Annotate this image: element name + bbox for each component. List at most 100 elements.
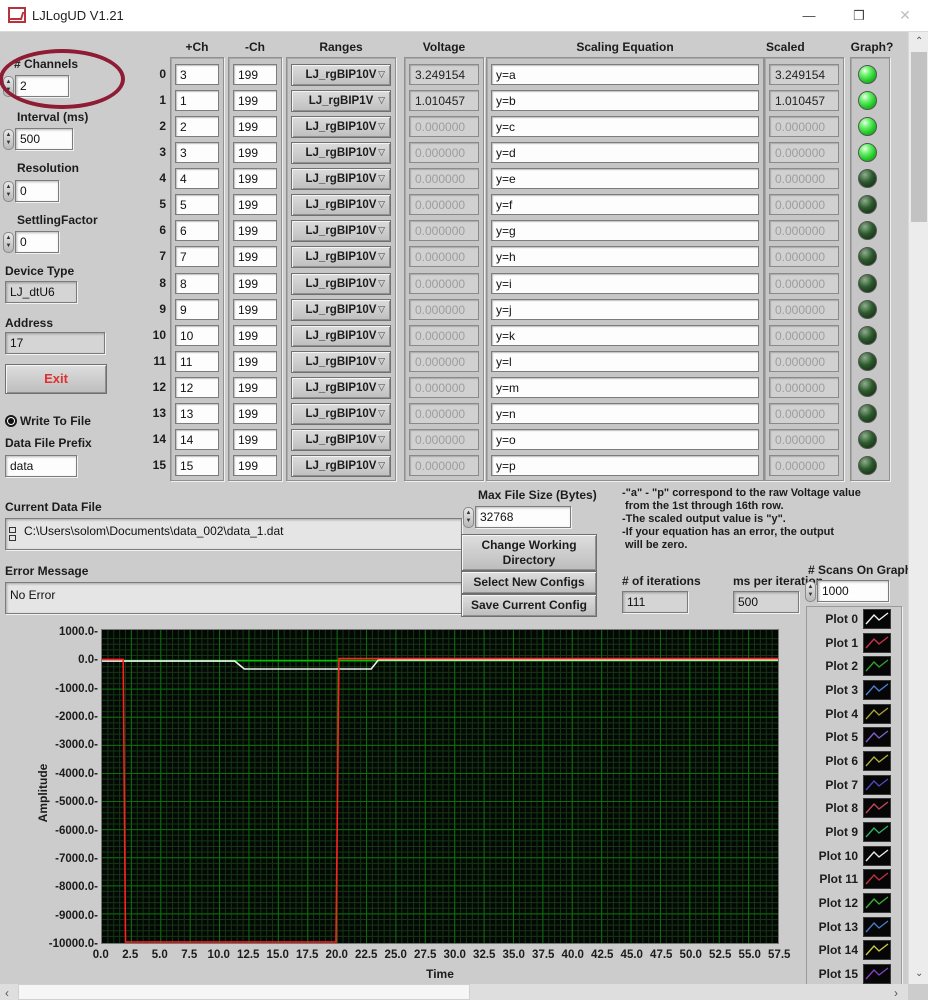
range-dropdown[interactable]: LJ_rgBIP10V▽ [291,246,391,268]
maximize-button[interactable]: ❒ [836,0,882,31]
legend-item-plot-15[interactable]: Plot 15 [807,962,901,986]
scaling-equation-input[interactable]: y=o [491,429,759,450]
pos-ch-input[interactable]: 15 [175,455,219,476]
scaling-equation-input[interactable]: y=d [491,142,759,163]
select-new-configs-button[interactable]: Select New Configs [461,571,597,594]
legend-item-plot-9[interactable]: Plot 9 [807,820,901,844]
resolution-spinner[interactable]: ▲▼ [3,181,14,202]
settling-input[interactable]: 0 [15,231,59,253]
scans-on-graph-input[interactable]: 1000 [817,580,889,602]
scroll-down-icon[interactable]: ⌄ [915,968,923,979]
pos-ch-input[interactable]: 3 [175,142,219,163]
horizontal-scrollbar[interactable]: ‹ › [0,984,908,1000]
neg-ch-input[interactable]: 199 [233,273,277,294]
pos-ch-input[interactable]: 8 [175,273,219,294]
neg-ch-input[interactable]: 199 [233,168,277,189]
pos-ch-input[interactable]: 1 [175,90,219,111]
scaling-equation-input[interactable]: y=m [491,377,759,398]
graph-led[interactable] [858,404,877,423]
legend-item-plot-2[interactable]: Plot 2 [807,654,901,678]
vertical-scroll-thumb[interactable] [911,52,927,222]
range-dropdown[interactable]: LJ_rgBIP10V▽ [291,220,391,242]
legend-item-plot-11[interactable]: Plot 11 [807,868,901,892]
neg-ch-input[interactable]: 199 [233,299,277,320]
neg-ch-input[interactable]: 199 [233,116,277,137]
interval-spinner[interactable]: ▲▼ [3,129,14,150]
legend-item-plot-10[interactable]: Plot 10 [807,844,901,868]
scroll-left-icon[interactable]: ‹ [5,986,9,1000]
range-dropdown[interactable]: LJ_rgBIP10V▽ [291,325,391,347]
range-dropdown[interactable]: LJ_rgBIP10V▽ [291,168,391,190]
range-dropdown[interactable]: LJ_rgBIP10V▽ [291,377,391,399]
legend-item-plot-3[interactable]: Plot 3 [807,678,901,702]
write-to-file-radio[interactable] [5,415,17,427]
graph-led[interactable] [858,274,877,293]
pos-ch-input[interactable]: 11 [175,351,219,372]
exit-button[interactable]: Exit [5,364,107,394]
pos-ch-input[interactable]: 2 [175,116,219,137]
change-working-directory-button[interactable]: Change Working Directory [461,534,597,571]
scaling-equation-input[interactable]: y=g [491,220,759,241]
graph-led[interactable] [858,352,877,371]
legend-item-plot-12[interactable]: Plot 12 [807,891,901,915]
range-dropdown[interactable]: LJ_rgBIP10V▽ [291,64,391,86]
graph-led[interactable] [858,300,877,319]
data-file-prefix-input[interactable]: data [5,455,77,477]
range-dropdown[interactable]: LJ_rgBIP10V▽ [291,429,391,451]
range-dropdown[interactable]: LJ_rgBIP10V▽ [291,116,391,138]
scaling-equation-input[interactable]: y=j [491,299,759,320]
pos-ch-input[interactable]: 14 [175,429,219,450]
graph-led[interactable] [858,169,877,188]
pos-ch-input[interactable]: 7 [175,246,219,267]
legend-item-plot-0[interactable]: Plot 0 [807,607,901,631]
max-file-size-input[interactable]: 32768 [475,506,571,528]
legend-item-plot-5[interactable]: Plot 5 [807,725,901,749]
horizontal-scroll-thumb[interactable] [18,984,470,1000]
scaling-equation-input[interactable]: y=l [491,351,759,372]
interval-input[interactable]: 500 [15,128,73,150]
save-current-config-button[interactable]: Save Current Config [461,594,597,617]
device-type-value[interactable]: LJ_dtU6 [5,281,77,303]
neg-ch-input[interactable]: 199 [233,246,277,267]
graph-led[interactable] [858,91,877,110]
range-dropdown[interactable]: LJ_rgBIP10V▽ [291,194,391,216]
settling-spinner[interactable]: ▲▼ [3,232,14,253]
range-dropdown[interactable]: LJ_rgBIP10V▽ [291,273,391,295]
neg-ch-input[interactable]: 199 [233,194,277,215]
scroll-right-icon[interactable]: › [894,986,898,1000]
waveform-chart[interactable] [101,629,779,944]
pos-ch-input[interactable]: 9 [175,299,219,320]
graph-led[interactable] [858,378,877,397]
neg-ch-input[interactable]: 199 [233,64,277,85]
scaling-equation-input[interactable]: y=n [491,403,759,424]
pos-ch-input[interactable]: 3 [175,64,219,85]
graph-led[interactable] [858,247,877,266]
range-dropdown[interactable]: LJ_rgBIP10V▽ [291,403,391,425]
graph-led[interactable] [858,143,877,162]
legend-item-plot-14[interactable]: Plot 14 [807,939,901,963]
pos-ch-input[interactable]: 10 [175,325,219,346]
max-file-size-spinner[interactable]: ▲▼ [463,507,474,528]
pos-ch-input[interactable]: 13 [175,403,219,424]
channels-spinner[interactable]: ▲▼ [3,76,14,97]
channels-input[interactable]: 2 [15,75,69,97]
vertical-scrollbar[interactable]: ⌃ ⌄ [908,32,928,984]
pos-ch-input[interactable]: 5 [175,194,219,215]
scaling-equation-input[interactable]: y=c [491,116,759,137]
neg-ch-input[interactable]: 199 [233,377,277,398]
scaling-equation-input[interactable]: y=f [491,194,759,215]
graph-led[interactable] [858,195,877,214]
range-dropdown[interactable]: LJ_rgBIP1V▽ [291,90,391,112]
range-dropdown[interactable]: LJ_rgBIP10V▽ [291,299,391,321]
legend-item-plot-4[interactable]: Plot 4 [807,702,901,726]
scans-on-graph-spinner[interactable]: ▲▼ [805,581,816,602]
legend-item-plot-8[interactable]: Plot 8 [807,797,901,821]
address-input[interactable]: 17 [5,332,105,354]
graph-led[interactable] [858,430,877,449]
legend-item-plot-6[interactable]: Plot 6 [807,749,901,773]
legend-item-plot-1[interactable]: Plot 1 [807,631,901,655]
scaling-equation-input[interactable]: y=b [491,90,759,111]
scaling-equation-input[interactable]: y=a [491,64,759,85]
graph-led[interactable] [858,221,877,240]
legend-item-plot-7[interactable]: Plot 7 [807,773,901,797]
